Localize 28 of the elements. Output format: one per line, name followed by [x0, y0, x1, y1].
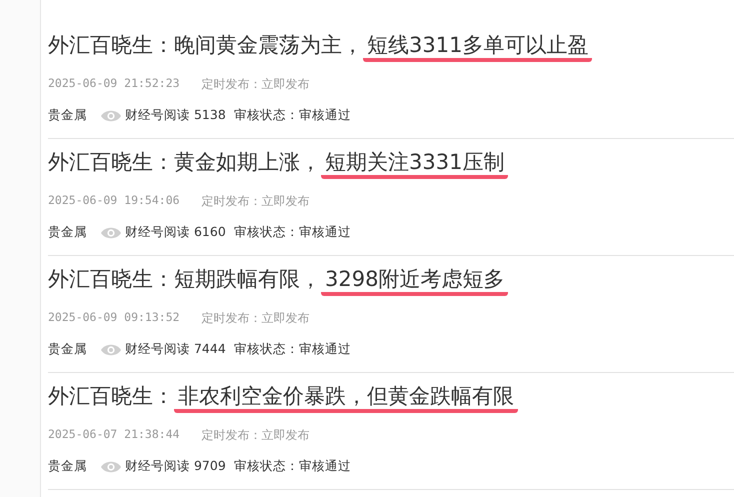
eye-icon: [101, 460, 121, 472]
review-status: 审核状态：审核通过: [234, 107, 351, 124]
read-count: 财经号阅读 6160: [125, 224, 226, 241]
category-label: 贵金属: [48, 107, 87, 124]
publish-mode: 定时发布：立即发布: [202, 427, 310, 444]
publish-mode: 定时发布：立即发布: [202, 76, 310, 93]
read-count: 财经号阅读 7444: [125, 341, 226, 358]
read-count: 财经号阅读 5138: [125, 107, 226, 124]
review-status: 审核状态：审核通过: [234, 224, 351, 241]
article-title[interactable]: 外汇百晓生： 非农利空金价暴跌，但黄金跌幅有限: [48, 381, 734, 415]
read-count: 财经号阅读 9709: [125, 458, 226, 475]
article-title[interactable]: 外汇百晓生：短期跌幅有限， 3298附近考虑短多: [48, 264, 734, 298]
category-label: 贵金属: [48, 458, 87, 475]
article-title[interactable]: 外汇百晓生：晚间黄金震荡为主， 短线3311多单可以止盈: [48, 30, 734, 64]
publish-time: 2025-06-09 09:13:52: [48, 310, 180, 326]
publish-mode: 定时发布：立即发布: [202, 310, 310, 327]
publish-mode: 定时发布：立即发布: [202, 193, 310, 210]
review-status: 审核状态：审核通过: [234, 341, 351, 358]
category-label: 贵金属: [48, 341, 87, 358]
eye-icon: [101, 226, 121, 238]
eye-icon: [101, 344, 121, 356]
article-title[interactable]: 外汇百晓生：黄金如期上涨， 短期关注3331压制: [48, 147, 734, 181]
publish-time: 2025-06-07 21:38:44: [48, 427, 180, 443]
review-status: 审核状态：审核通过: [234, 458, 351, 475]
publish-time: 2025-06-09 19:54:06: [48, 193, 180, 209]
eye-icon: [101, 110, 121, 122]
publish-time: 2025-06-09 21:52:23: [48, 76, 180, 92]
category-label: 贵金属: [48, 224, 87, 241]
